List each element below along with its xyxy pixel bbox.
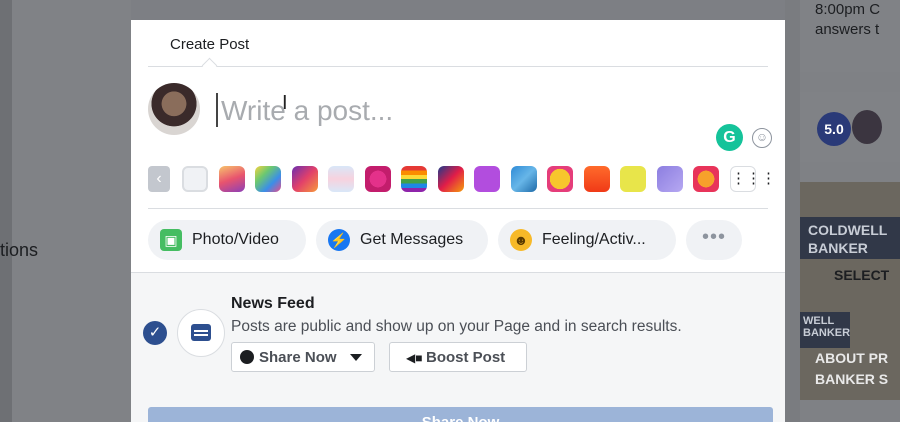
create-post-dialog: Create Post I G ☺ ‹ ⋮⋮⋮ ▣ Photo/Video ⚡ … — [131, 20, 785, 422]
photo-video-label: Photo/Video — [192, 231, 279, 248]
messenger-icon: ⚡ — [328, 229, 350, 251]
swatch-blue-pattern[interactable] — [510, 166, 537, 192]
rating-badge: 5.0 — [817, 112, 851, 146]
swatch-fire[interactable] — [583, 166, 610, 192]
swatch-rainbow[interactable] — [255, 166, 281, 192]
swatch-purple-orange[interactable] — [291, 166, 318, 192]
swatch-sunset[interactable] — [218, 166, 245, 192]
swatch-colorful[interactable] — [437, 166, 464, 192]
caret-down-icon — [350, 354, 362, 361]
megaphone-icon: ◀■ — [406, 351, 423, 365]
boost-post-button[interactable]: ◀■ Boost Post — [389, 342, 527, 372]
ad-caption-line2: BANKER S — [815, 371, 889, 387]
background-left-edge — [0, 0, 12, 422]
swatch-pride[interactable] — [401, 166, 427, 192]
news-feed-description: Posts are public and show up on your Pag… — [231, 318, 682, 335]
emoji-picker-icon[interactable]: ☺ — [752, 128, 772, 148]
news-feed-title: News Feed — [231, 295, 315, 312]
feeling-activity-button[interactable]: ☻ Feeling/Activ... — [498, 220, 676, 260]
share-now-dropdown[interactable]: Share Now — [231, 342, 375, 372]
dialog-header: Create Post — [131, 20, 785, 66]
photo-video-button[interactable]: ▣ Photo/Video — [148, 220, 306, 260]
ad-select-text: SELECT — [834, 267, 890, 283]
photo-icon: ▣ — [160, 229, 182, 251]
swatch-lavender[interactable] — [656, 166, 683, 192]
mouse-ibeam-cursor-icon: I — [282, 92, 288, 114]
all-backgrounds-grid-icon[interactable]: ⋮⋮⋮ — [730, 166, 776, 192]
grammarly-icon[interactable]: G — [716, 124, 743, 151]
swatch-heart[interactable] — [364, 166, 391, 192]
get-messages-label: Get Messages — [360, 231, 464, 248]
post-text-input[interactable] — [219, 92, 723, 130]
boost-post-label: Boost Post — [426, 349, 506, 366]
ad-caption: ABOUT PR BANKER S — [815, 348, 888, 390]
feeling-activity-label: Feeling/Activ... — [542, 231, 646, 248]
backgrounds-divider — [148, 208, 768, 209]
share-now-submit-label: Share Now — [148, 414, 773, 422]
page-avatar — [148, 83, 200, 135]
ad-logo: COLDWELL BANKER — [800, 217, 900, 259]
share-now-submit-button[interactable]: Share Now — [148, 407, 773, 422]
more-dots-icon: ••• — [701, 226, 726, 248]
text-caret — [216, 93, 218, 127]
feeling-emoji-icon: ☻ — [510, 229, 532, 251]
ad-caption-line1: ABOUT PR — [815, 350, 889, 366]
swatch-yellow-char[interactable] — [620, 166, 646, 192]
swatch-pastel[interactable] — [328, 166, 354, 192]
background-event-text: 8:00pm C answers t — [815, 1, 881, 38]
background-divider — [785, 0, 800, 422]
clock-icon — [240, 350, 254, 364]
background-left-text: tions — [0, 240, 39, 260]
backgrounds-prev-button[interactable]: ‹ — [148, 166, 170, 192]
rating-avatar — [852, 110, 882, 144]
dialog-title[interactable]: Create Post — [170, 36, 249, 53]
swatch-plain[interactable] — [182, 166, 208, 192]
more-actions-button[interactable]: ••• — [686, 220, 742, 260]
share-option-label: Share Now — [259, 349, 337, 366]
get-messages-button[interactable]: ⚡ Get Messages — [316, 220, 488, 260]
header-divider — [148, 66, 768, 67]
news-feed-icon-circle — [177, 309, 225, 357]
background-left-panel — [0, 0, 131, 422]
news-feed-checkbox[interactable]: ✓ — [143, 321, 167, 345]
ad-logo-secondary: WELL BANKER — [800, 312, 850, 348]
audience-section: ✓ News Feed Posts are public and show up… — [131, 272, 785, 422]
news-feed-icon — [191, 324, 211, 341]
swatch-orange-dot[interactable] — [693, 166, 719, 192]
swatch-violet[interactable] — [474, 166, 500, 192]
swatch-heart-eyes[interactable] — [547, 166, 573, 192]
